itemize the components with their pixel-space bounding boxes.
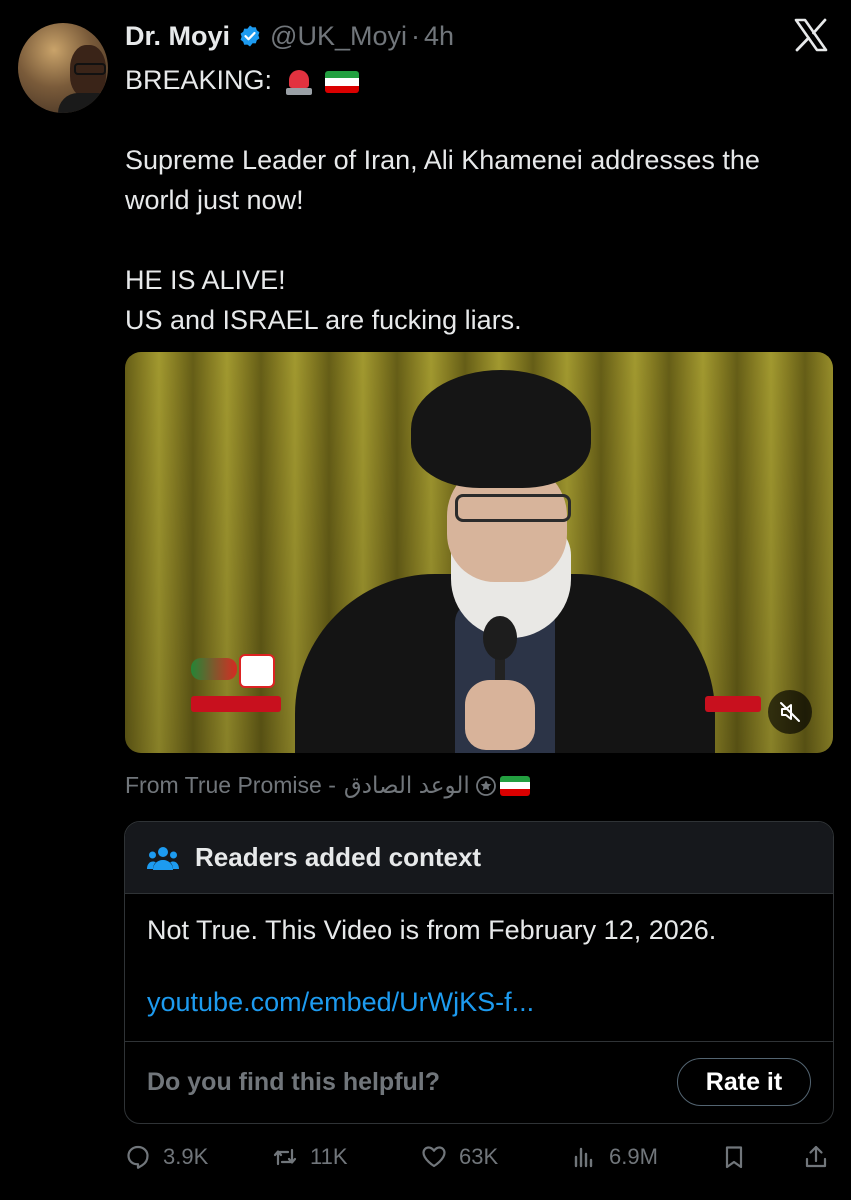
community-note-title: Readers added context — [195, 842, 482, 872]
video-player[interactable] — [125, 352, 833, 753]
muted-speaker-icon — [780, 702, 800, 722]
tweet-line-2: Supreme Leader of Iran, Ali Khamenei add… — [125, 145, 760, 215]
microphone — [483, 616, 517, 660]
reply-count: 3.9K — [163, 1144, 209, 1169]
video-figure-hand — [465, 680, 535, 750]
date-badge — [705, 696, 761, 712]
tweet-line-3: HE IS ALIVE! — [125, 265, 286, 295]
views-chart-icon — [574, 1147, 593, 1168]
tweet-line-4: US and ISRAEL are fucking liars. — [125, 305, 522, 335]
video-figure-glasses — [455, 494, 571, 522]
iran-flag-emoji — [325, 70, 360, 93]
bookmark-icon — [725, 1146, 743, 1169]
community-note-footer: Do you find this helpful? Rate it — [125, 1042, 833, 1122]
rate-it-button[interactable]: Rate it — [677, 1058, 811, 1106]
community-note-header[interactable]: Readers added context — [125, 822, 833, 894]
tweet-header: Dr. Moyi @UK_Moyi · 4h — [125, 18, 454, 54]
source-name-arabic: الوعد الصادق — [343, 772, 470, 798]
video-source[interactable]: From True Promise - الوعد الصادق — [125, 772, 530, 799]
bookmark-button[interactable] — [721, 1144, 747, 1170]
avatar-shirt — [58, 93, 108, 113]
like-button[interactable]: 63K — [421, 1144, 498, 1170]
heart-icon — [422, 1146, 446, 1168]
helpful-question: Do you find this helpful? — [147, 1067, 441, 1096]
source-prefix: From True Promise - — [125, 772, 336, 798]
video-figure-turban — [411, 370, 591, 488]
community-note: Readers added context Not True. This Vid… — [124, 821, 834, 1124]
header-separator: · — [410, 20, 420, 51]
breaking-label: BREAKING: — [125, 65, 273, 95]
community-note-link[interactable]: youtube.com/embed/UrWjKS-f... — [147, 984, 811, 1020]
reply-icon — [127, 1145, 149, 1169]
tweet-line-breaking: BREAKING: — [125, 60, 825, 100]
repost-button[interactable]: 11K — [272, 1144, 348, 1170]
readers-icon — [147, 846, 179, 870]
x-logo-icon[interactable] — [793, 17, 829, 53]
avatar-glasses — [74, 63, 106, 75]
post-time[interactable]: 4h — [424, 21, 454, 52]
author-name[interactable]: Dr. Moyi — [125, 21, 230, 52]
views-button[interactable]: 6.9M — [571, 1144, 658, 1170]
reply-button[interactable]: 3.9K — [125, 1144, 208, 1170]
views-count: 6.9M — [609, 1144, 658, 1169]
share-button[interactable] — [803, 1144, 829, 1170]
tweet-text: BREAKING: Supreme Leader of Iran, Ali Kh… — [125, 60, 825, 340]
community-note-body: Not True. This Video is from February 12… — [125, 894, 833, 1042]
broadcaster-logo — [191, 652, 277, 688]
verified-badge-icon — [240, 25, 260, 47]
iran-flag-emoji — [499, 775, 530, 796]
tweet-actions: 3.9K 11K 63K 6.9M — [125, 1137, 830, 1177]
share-icon — [805, 1145, 827, 1168]
repost-icon — [273, 1148, 297, 1166]
broadcaster-badge — [191, 696, 281, 712]
community-note-text: Not True. This Video is from February 12… — [147, 915, 717, 945]
star-icon — [475, 775, 496, 796]
like-count: 63K — [459, 1144, 499, 1169]
repost-count: 11K — [310, 1144, 348, 1169]
mute-button[interactable] — [768, 690, 812, 734]
police-light-emoji — [285, 68, 312, 96]
author-avatar[interactable] — [18, 23, 108, 113]
author-handle[interactable]: @UK_Moyi — [270, 21, 407, 52]
